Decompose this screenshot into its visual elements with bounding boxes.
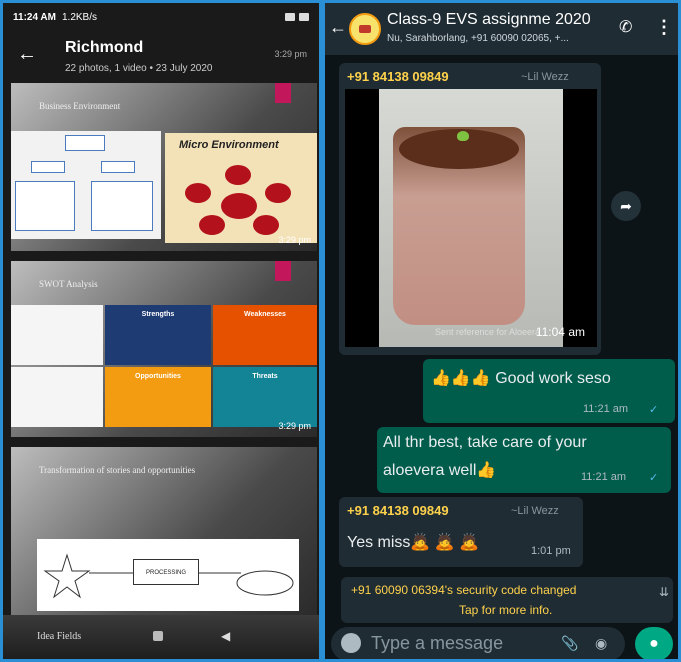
image-message[interactable]: +91 84138 09849 ~Lil Wezz Sent reference… [339,63,601,355]
group-title[interactable]: Class-9 EVS assignme 2020 [387,11,591,29]
system-text-line1: +91 60090 06394's security code changed [351,583,577,597]
swot-heading: Weaknesses [244,311,286,318]
add-call-icon[interactable]: ✆ [619,17,632,37]
card-title: Business Environment [39,101,121,111]
group-members: Nu, Sarahborlang, +91 60090 02065, +... [387,33,569,44]
diagram-box [91,181,153,231]
incoming-message[interactable]: +91 84138 09849 ~Lil Wezz Yes miss🙇 🙇 🙇 … [339,497,583,567]
back-arrow-icon[interactable]: ← [329,17,347,38]
micro-title: Micro Environment [179,139,279,151]
emoji-icon[interactable] [341,633,361,653]
card-title: Transformation of stories and opportunit… [39,465,196,475]
status-icons [285,13,309,21]
swot-left-panel [11,305,103,365]
swot-threats: Threats [213,367,317,427]
circle-shape [225,165,251,185]
diagram-box [15,181,75,231]
header-time: 3:29 pm [274,49,307,59]
swot-heading: Threats [252,373,278,380]
message-text: 👍👍👍 Good work seso [431,370,611,387]
pink-marker [275,83,291,103]
gallery-bottom-bar: Idea Fields ◀ [3,615,319,659]
forward-icon[interactable]: ➦ [611,191,641,221]
back-arrow-icon[interactable]: ← [17,43,37,66]
status-bar: 11:24 AM 1.2KB/s [3,3,319,31]
more-vert-icon[interactable]: ⋮ [655,17,673,38]
circle-shape [185,183,211,203]
message-time: 11:04 am [535,325,585,339]
message-compose-bar[interactable]: Type a message 📎 ◉ [331,627,625,659]
battery-icon [299,13,309,21]
message-time: 11:21 am [583,403,629,415]
chat-header: ← Class-9 EVS assignme 2020 Nu, Sarahbor… [325,3,678,55]
mic-icon[interactable]: ● [635,627,673,659]
ellipse-shape [236,570,294,596]
swot-strengths: Strengths [105,305,211,365]
read-receipt-icon: ✓ [649,404,659,416]
star-shape [43,553,91,599]
security-code-notice[interactable]: +91 60090 06394's security code changed … [341,577,673,623]
attach-icon[interactable]: 📎 [561,635,578,652]
back-nav-icon[interactable]: ◀ [221,629,230,643]
system-text-line2: Tap for more info. [459,603,553,617]
swot-weaknesses: Weaknesses [213,305,317,365]
process-flow-diagram: PROCESSING [37,539,299,611]
circle-shape [265,183,291,203]
status-speed: 1.2KB/s [61,11,98,23]
message-alias: ~Lil Wezz [511,505,559,517]
message-text-line1: All thr best, take care of your [383,434,587,451]
album-title: Richmond [65,39,144,56]
aloevera-photo[interactable]: Sent reference for Aloeera 11:04 am [345,89,597,347]
card-time: 3:29 pm [278,235,311,245]
circle-shape [221,193,257,219]
process-box: PROCESSING [133,559,199,585]
swot-left-panel [11,367,103,427]
circle-shape [253,215,279,235]
diagram-box [65,135,105,151]
outgoing-message[interactable]: All thr best, take care of your aloevera… [377,427,671,493]
message-time: 1:01 pm [531,545,571,557]
swot-heading: Opportunities [135,373,181,380]
micro-environment-slide: Micro Environment [165,133,317,243]
photo-card-transformation[interactable]: Transformation of stories and opportunit… [11,447,317,619]
swot-opportunities: Opportunities [105,367,211,427]
home-nav-icon[interactable] [153,631,163,641]
message-text: Yes miss🙇 🙇 🙇 [347,534,480,551]
message-sender[interactable]: +91 84138 09849 [347,503,449,518]
swot-heading: Strengths [141,311,175,318]
photo-card-swot[interactable]: SWOT Analysis Strengths Weaknesses Oppor… [11,261,317,437]
album-subtitle: 22 photos, 1 video • 23 July 2020 [65,63,213,74]
chat-pane: ← Class-9 EVS assignme 2020 Nu, Sarahbor… [322,0,681,662]
gallery-pane: 11:24 AM 1.2KB/s ← Richmond 22 photos, 1… [0,0,322,662]
gallery-header: ← Richmond 22 photos, 1 video • 23 July … [3,31,319,83]
photo-card-business-environment[interactable]: Business Environment Micro Environment 3… [11,83,317,251]
card-time: 3:29 pm [278,421,311,431]
image-caption: Sent reference for Aloeera [435,327,541,337]
diagram-box [101,161,135,173]
message-time: 11:21 am [581,471,627,483]
status-time: 11:24 AM [13,11,56,23]
pink-marker [275,261,291,281]
message-sender[interactable]: +91 84138 09849 [347,69,449,84]
read-receipt-icon: ✓ [649,472,659,484]
bottom-label: Idea Fields [37,631,82,642]
signal-icon [285,13,295,21]
message-alias: ~Lil Wezz [521,71,569,83]
swot-row-bottom: Opportunities Threats [11,367,317,427]
message-input[interactable]: Type a message [371,633,503,654]
scroll-down-icon[interactable]: ⇊ [659,585,669,599]
camera-icon[interactable]: ◉ [595,635,607,652]
card-title: SWOT Analysis [39,279,98,289]
swot-row-top: Strengths Weaknesses [11,305,317,365]
business-environment-diagram [11,131,161,239]
group-avatar[interactable] [349,13,381,45]
diagram-box [31,161,65,173]
circle-shape [199,215,225,235]
sprout [457,131,469,141]
message-text-line2: aloevera well👍 [383,462,497,479]
outgoing-message[interactable]: 👍👍👍 Good work seso 11:21 am ✓ [423,359,675,423]
